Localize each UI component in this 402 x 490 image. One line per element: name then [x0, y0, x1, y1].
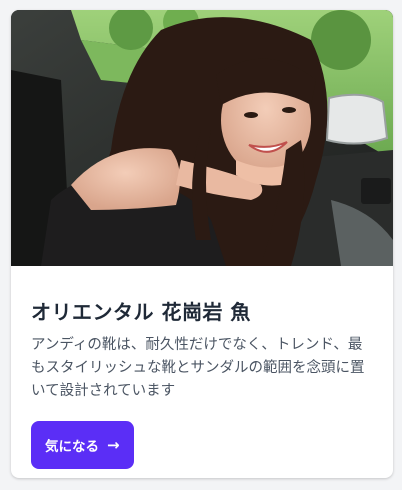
card-title: オリエンタル 花崗岩 魚 — [31, 300, 251, 324]
card-description: アンディの靴は、耐久性だけでなく、トレンド、最もスタイリッシュな靴とサンダルの範… — [31, 337, 365, 399]
arrow-right-icon: → — [107, 435, 120, 454]
product-image — [11, 10, 393, 266]
interested-button[interactable]: 気になる → — [31, 421, 134, 469]
interested-button-label: 気になる — [45, 439, 99, 455]
product-card: オリエンタル 花崗岩 魚 アンディの靴は、耐久性だけでなく、トレンド、最もスタイ… — [11, 10, 393, 478]
